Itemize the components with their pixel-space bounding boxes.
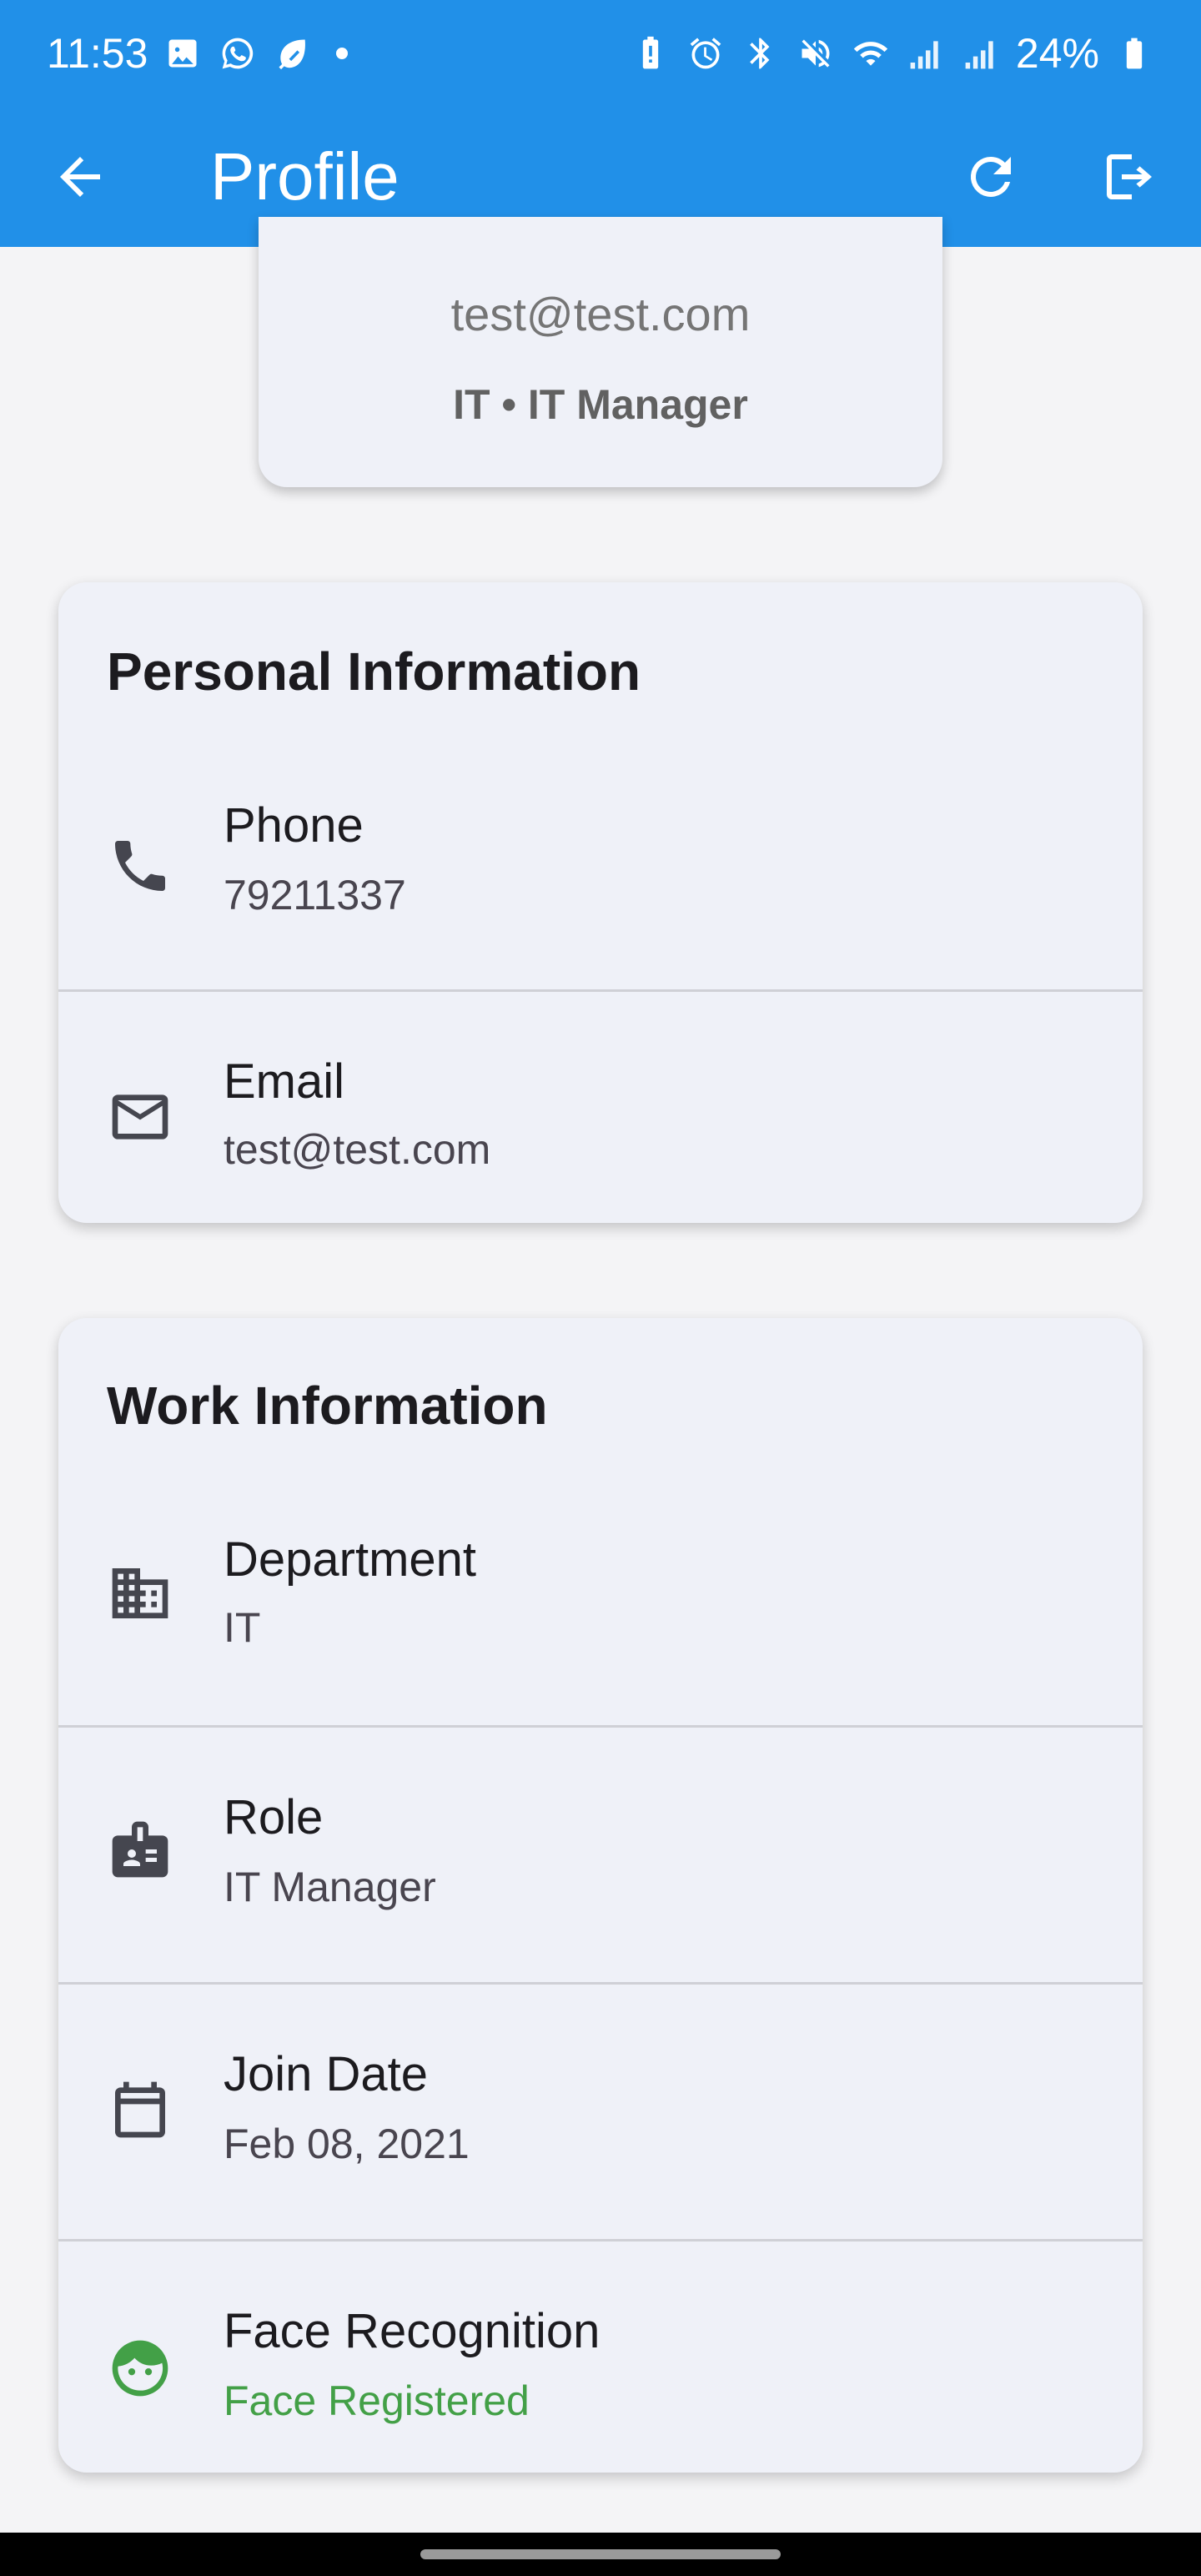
card-title-work: Work Information: [107, 1376, 548, 1436]
face-icon: [107, 2335, 173, 2402]
field-value: test@test.com: [224, 1126, 491, 1173]
status-left: 11:53: [47, 29, 349, 78]
personal-information-card: Personal Information Phone 79211337 Emai…: [58, 582, 1143, 1223]
list-item-department[interactable]: Department IT: [58, 1465, 1143, 1722]
badge-icon: [107, 1816, 173, 1883]
field-label: Phone: [224, 798, 364, 853]
field-label: Department: [224, 1532, 477, 1587]
calendar-icon: [107, 2076, 173, 2143]
leaf-icon: [273, 33, 313, 73]
signal-icon: [906, 33, 946, 73]
gallery-icon: [163, 33, 203, 73]
logout-icon: [1107, 154, 1152, 199]
page-title: Profile: [210, 139, 399, 214]
phone-icon: [107, 833, 173, 899]
field-value: Feb 08, 2021: [224, 2121, 470, 2167]
signal-icon: [961, 33, 1001, 73]
field-value: IT Manager: [224, 1864, 436, 1910]
face-status-value: Face Registered: [224, 2377, 530, 2424]
field-label: Join Date: [224, 2047, 429, 2101]
building-icon: [107, 1560, 173, 1627]
battery-percent: 24%: [1015, 30, 1099, 77]
profile-summary-card: test@test.com IT • IT Manager: [259, 217, 942, 487]
refresh-icon: [970, 156, 1011, 197]
status-right: 24%: [631, 29, 1154, 78]
list-item-join-date[interactable]: Join Date Feb 08, 2021: [58, 1982, 1143, 2239]
logout-button[interactable]: [1096, 143, 1163, 210]
mute-icon: [796, 33, 836, 73]
system-navigation-bar: [0, 2533, 1201, 2576]
battery-icon: [1114, 33, 1154, 73]
gesture-handle[interactable]: [420, 2549, 781, 2559]
whatsapp-icon: [218, 33, 258, 73]
work-information-card: Work Information Department IT Role IT M…: [58, 1318, 1143, 2473]
alarm-icon: [686, 33, 726, 73]
list-item-phone[interactable]: Phone 79211337: [58, 732, 1143, 989]
field-label: Email: [224, 1054, 345, 1109]
status-bar: 11:53 24%: [0, 0, 1201, 107]
field-value: IT: [224, 1604, 261, 1651]
card-title-personal: Personal Information: [107, 641, 641, 702]
list-item-face-recognition[interactable]: Face Recognition Face Registered: [58, 2239, 1143, 2473]
field-label: Role: [224, 1790, 324, 1844]
field-label: Face Recognition: [224, 2304, 600, 2358]
bluetooth-icon: [741, 33, 781, 73]
battery-saver-icon: [631, 33, 671, 73]
back-button[interactable]: [47, 143, 113, 210]
list-item-role[interactable]: Role IT Manager: [58, 1725, 1143, 1982]
profile-department-role: IT • IT Manager: [453, 381, 748, 428]
arrow-back-icon: [60, 157, 100, 197]
notification-dot: [336, 48, 349, 59]
list-item-email[interactable]: Email test@test.com: [58, 989, 1143, 1223]
field-value: 79211337: [224, 872, 406, 918]
profile-email: test@test.com: [450, 288, 751, 340]
refresh-button[interactable]: [957, 143, 1024, 210]
mail-icon: [107, 1084, 173, 1150]
status-time: 11:53: [47, 30, 148, 77]
wifi-icon: [851, 33, 891, 73]
